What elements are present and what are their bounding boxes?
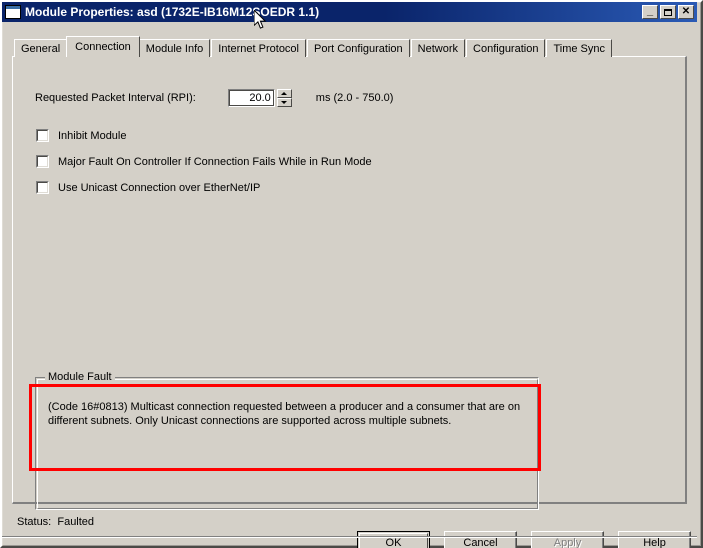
window-icon	[5, 5, 21, 19]
checkbox-box[interactable]	[36, 155, 49, 168]
help-button-label: Help	[643, 536, 666, 548]
module-fault-group: Module Fault (Code 16#0813) Multicast co…	[35, 371, 539, 510]
checkbox-box[interactable]	[36, 129, 49, 142]
dialog-client-area: General Connection Module Info Internet …	[3, 23, 696, 548]
rpi-stepper[interactable]	[227, 89, 292, 107]
module-fault-title: Module Fault	[45, 371, 115, 383]
dialog-button-row: OK Cancel Apply Help	[357, 531, 691, 548]
cancel-button[interactable]: Cancel	[444, 531, 517, 548]
tab-label: Internet Protocol	[218, 43, 299, 55]
connection-tab-page: Requested Packet Interval (RPI): ms (2.0…	[12, 56, 687, 510]
tab-network[interactable]: Network	[410, 39, 466, 57]
dialog-bottom-separator	[2, 536, 697, 538]
rpi-label: Requested Packet Interval (RPI):	[35, 92, 196, 104]
checkbox-label: Major Fault On Controller If Connection …	[58, 155, 372, 168]
tab-strip: General Connection Module Info Internet …	[14, 36, 613, 57]
arrow-up-icon	[281, 92, 288, 95]
maximize-icon	[661, 6, 675, 18]
tab-label: Connection	[75, 41, 131, 53]
window-controls: _ ✕	[642, 5, 694, 19]
minimize-button[interactable]: _	[642, 5, 658, 19]
tab-internet-protocol[interactable]: Internet Protocol	[211, 39, 306, 57]
window-title: Module Properties: asd (1732E-IB16M12SOE…	[25, 5, 320, 19]
checkbox-major-fault-on-controller[interactable]: Major Fault On Controller If Connection …	[36, 155, 372, 168]
tab-label: Time Sync	[553, 43, 605, 55]
rpi-input-frame	[227, 89, 275, 107]
rpi-spin-up-button[interactable]	[276, 89, 292, 98]
ok-button[interactable]: OK	[357, 531, 430, 548]
tab-label: Port Configuration	[314, 43, 403, 55]
ok-button-label: OK	[385, 536, 402, 548]
checkbox-box[interactable]	[36, 181, 49, 194]
rpi-row: Requested Packet Interval (RPI): ms (2.0…	[35, 89, 393, 107]
rpi-units-label: ms (2.0 - 750.0)	[315, 92, 394, 104]
module-fault-group-inner	[37, 379, 538, 509]
tab-general[interactable]: General	[14, 39, 68, 57]
close-button[interactable]: ✕	[678, 5, 694, 19]
title-bar[interactable]: Module Properties: asd (1732E-IB16M12SOE…	[2, 2, 697, 22]
help-button[interactable]: Help	[618, 531, 691, 548]
tab-connection[interactable]: Connection	[66, 36, 140, 57]
tab-module-info[interactable]: Module Info	[138, 39, 211, 57]
maximize-button[interactable]	[660, 5, 676, 19]
minimize-icon: _	[646, 5, 654, 17]
checkbox-inhibit-module[interactable]: Inhibit Module	[36, 129, 127, 142]
rpi-input[interactable]	[230, 91, 271, 105]
cancel-button-label: Cancel	[463, 536, 498, 548]
tab-label: Network	[417, 43, 459, 55]
module-fault-text: (Code 16#0813) Multicast connection requ…	[48, 401, 521, 427]
close-icon: ✕	[681, 6, 691, 17]
tab-time-sync[interactable]: Time Sync	[546, 39, 612, 57]
status-label: Status: Faulted	[17, 516, 95, 528]
apply-button: Apply	[531, 531, 604, 548]
rpi-spin-down-button[interactable]	[276, 98, 292, 107]
tab-label: Configuration	[473, 43, 539, 55]
rpi-spin-buttons	[276, 89, 292, 107]
checkbox-label: Inhibit Module	[58, 129, 127, 142]
tab-label: Module Info	[145, 43, 204, 55]
tab-label: General	[21, 43, 61, 55]
tab-port-configuration[interactable]: Port Configuration	[307, 39, 410, 57]
apply-button-label: Apply	[553, 536, 582, 548]
tab-configuration[interactable]: Configuration	[466, 39, 546, 57]
checkbox-label: Use Unicast Connection over EtherNet/IP	[58, 181, 261, 194]
module-properties-dialog: Module Properties: asd (1732E-IB16M12SOE…	[0, 0, 703, 548]
checkbox-use-unicast-connection[interactable]: Use Unicast Connection over EtherNet/IP	[36, 181, 260, 194]
arrow-down-icon	[281, 101, 288, 104]
